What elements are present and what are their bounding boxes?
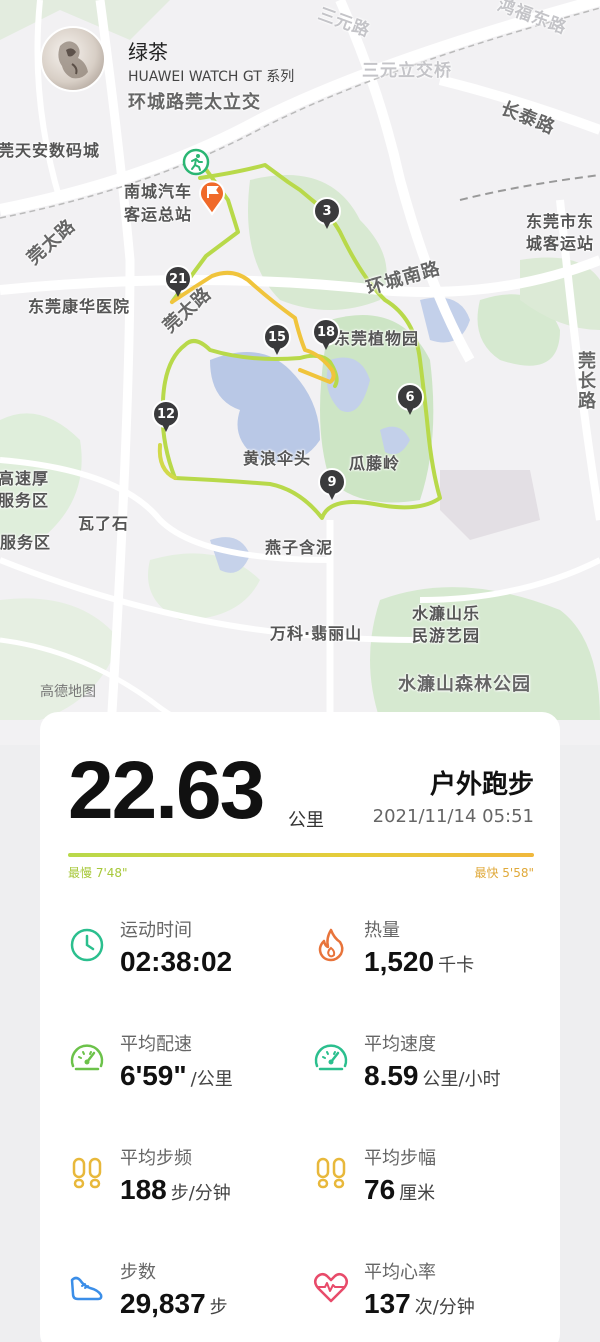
stat-label: 平均步频 — [120, 1148, 192, 1169]
user-avatar[interactable] — [40, 26, 106, 92]
map-label: 三元立交桥 — [362, 61, 452, 81]
stat-label: 平均速度 — [364, 1034, 436, 1055]
stat-unit: 公里/小时 — [422, 1069, 501, 1090]
map-label: 瓦了石 — [78, 514, 130, 533]
map-attribution: 高德地图 — [40, 684, 96, 700]
distance-unit: 公里 — [288, 810, 324, 831]
map-label: 服务区 — [0, 491, 50, 510]
stat-value: 1,520 — [364, 946, 435, 977]
map-label: 民游艺园 — [412, 626, 481, 645]
heart-rate-icon — [314, 1273, 348, 1303]
stat-unit: /公里 — [190, 1069, 233, 1090]
map-label: 高速厚 — [0, 469, 50, 488]
stat-value: 02:38:02 — [120, 946, 233, 977]
shoe-icon — [70, 1276, 103, 1301]
map-label: 服务区 — [0, 533, 52, 552]
stat-avg-stride: 平均步幅 76 厘米 — [312, 1144, 552, 1224]
stat-label: 平均配速 — [120, 1034, 192, 1055]
stat-label: 运动时间 — [120, 920, 192, 941]
map-label: 燕子含泥 — [265, 538, 334, 557]
finish-flag-icon — [198, 178, 226, 216]
stat-value: 76 — [364, 1174, 396, 1205]
pace-gradient-bar — [68, 853, 534, 857]
stat-value: 188 — [120, 1174, 167, 1205]
km-marker[interactable]: 18 — [312, 318, 340, 354]
stat-value: 137 — [364, 1288, 411, 1319]
stat-calories: 热量 1,520 千卡 — [312, 916, 552, 996]
stat-value: 8.59 — [364, 1060, 419, 1091]
km-marker[interactable]: 15 — [263, 323, 291, 359]
map-label: 万科·翡丽山 — [270, 624, 363, 643]
clock-icon — [70, 928, 104, 962]
stat-value: 29,837 — [120, 1288, 206, 1319]
route-map[interactable]: 绿茶 HUAWEI WATCH GT 系列 环城路莞太立交 三元路 鸿福东路 三… — [0, 0, 600, 745]
map-label: 瓜藤岭 — [349, 454, 401, 473]
stat-unit: 步/分钟 — [170, 1183, 231, 1204]
stat-unit: 步 — [209, 1297, 228, 1318]
stat-unit: 厘米 — [399, 1183, 436, 1204]
speedometer-icon — [70, 1044, 104, 1071]
map-label: 东莞植物园 — [334, 329, 420, 348]
device-name: HUAWEI WATCH GT 系列 — [128, 69, 295, 85]
footprints-icon — [72, 1157, 102, 1189]
running-man-icon — [182, 148, 210, 176]
stat-label: 步数 — [120, 1262, 156, 1283]
activity-type: 户外跑步 — [429, 770, 534, 800]
map-label: 客运总站 — [124, 205, 193, 224]
stat-avg-pace: 平均配速 6'59"/公里 — [68, 1030, 308, 1110]
map-label: 莞天安数码城 — [0, 141, 101, 160]
stat-avg-speed: 平均速度 8.59 公里/小时 — [312, 1030, 552, 1110]
pace-slowest: 最慢 7'48" — [68, 866, 128, 880]
map-label: 水濂山森林公园 — [398, 674, 531, 695]
stat-unit: 千卡 — [438, 955, 475, 976]
map-label: 环城路莞太立交 — [128, 92, 261, 113]
stat-avg-heart-rate: 平均心率 137 次/分钟 — [312, 1258, 552, 1338]
km-marker[interactable]: 9 — [318, 468, 346, 504]
km-marker[interactable]: 12 — [152, 400, 180, 436]
km-marker[interactable]: 21 — [164, 265, 192, 301]
map-label: 东莞市东 — [526, 212, 595, 231]
stat-duration: 运动时间 02:38:02 — [68, 916, 308, 996]
map-label: 城客运站 — [526, 234, 595, 253]
distance-value: 22.63 — [68, 745, 265, 836]
stat-label: 平均步幅 — [364, 1148, 436, 1169]
stat-avg-cadence: 平均步频 188 步/分钟 — [68, 1144, 308, 1224]
flame-icon — [318, 928, 344, 962]
footprints-icon — [316, 1157, 346, 1189]
map-label: 黄浪伞头 — [243, 449, 312, 468]
speedometer-icon — [314, 1044, 348, 1071]
km-marker[interactable]: 3 — [313, 197, 341, 233]
stat-steps: 步数 29,837 步 — [68, 1258, 308, 1338]
activity-date: 2021/11/14 05:51 — [372, 806, 534, 827]
workout-summary-card: 22.63 公里 户外跑步 2021/11/14 05:51 最慢 7'48" … — [40, 712, 560, 1342]
map-label: 东莞康华医院 — [28, 297, 131, 316]
map-label: 南城汽车 — [124, 182, 193, 201]
user-name: 绿茶 — [128, 40, 168, 64]
map-label: 莞长路 — [578, 351, 597, 412]
stat-label: 平均心率 — [364, 1262, 436, 1283]
stat-unit: 次/分钟 — [414, 1297, 475, 1318]
stat-value: 6'59" — [120, 1060, 187, 1091]
avatar-image — [58, 41, 88, 79]
pace-fastest: 最快 5'58" — [474, 866, 534, 880]
km-marker[interactable]: 6 — [396, 383, 424, 419]
stat-label: 热量 — [364, 920, 400, 941]
map-label: 水濂山乐 — [412, 604, 481, 623]
